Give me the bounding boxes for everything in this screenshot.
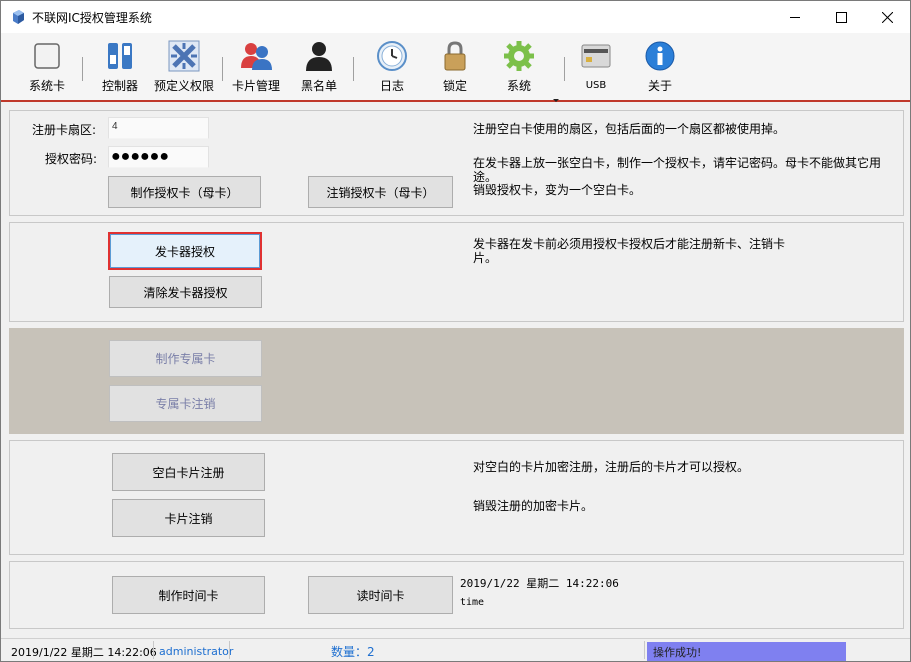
toolbar-separator: [564, 57, 565, 81]
users-icon: [239, 39, 273, 73]
toolbar-label: USB: [585, 80, 607, 91]
revoke-description: 销毁授权卡，变为一个空白卡。: [473, 183, 642, 197]
card-register-panel: 空白卡片注册 卡片注销 对空白的卡片加密注册，注册后的卡片才可以授权。 销毁注册…: [9, 440, 904, 555]
toolbar: 系统卡 控制器 预定义权限 卡片管理 黑名单 日志 锁定 系统 USB 关于: [1, 33, 910, 102]
toolbar-card-management[interactable]: 卡片管理: [231, 39, 281, 99]
toolbar-lock[interactable]: 锁定: [436, 39, 474, 99]
toolbar-separator: [222, 57, 223, 81]
authorize-issuer-button[interactable]: 发卡器授权: [108, 232, 262, 270]
system-card-panel: 注册卡扇区: 4 授权密码: ●●●●●● 制作授权卡（母卡） 注销授权卡（母卡…: [9, 110, 904, 216]
make-description: 在发卡器上放一张空白卡，制作一个授权卡，请牢记密码。母卡不能做其它用途。: [473, 156, 882, 184]
app-window: 不联网IC授权管理系统 系统卡 控制器 预定义权限 卡片管理 黑名单 日志 锁定…: [0, 0, 911, 662]
toolbar-separator: [353, 57, 354, 81]
revoke-master-card-button[interactable]: 注销授权卡（母卡）: [308, 176, 453, 208]
status-divider: [229, 641, 230, 659]
toolbar-usb[interactable]: USB: [577, 39, 615, 99]
toolbar-controller[interactable]: 控制器: [99, 39, 141, 99]
toolbar-system-card[interactable]: 系统卡: [27, 39, 67, 99]
make-master-card-button[interactable]: 制作授权卡（母卡）: [108, 176, 261, 208]
status-divider: [153, 641, 154, 659]
sector-description: 注册空白卡使用的扇区，包括后面的一个扇区都被使用掉。: [473, 122, 786, 136]
gear-icon: [502, 39, 536, 73]
time-value: 2019/1/22 星期二 14:22:06: [460, 577, 619, 590]
make-time-card-button[interactable]: 制作时间卡: [112, 576, 265, 614]
card-icon: [30, 39, 64, 73]
close-button[interactable]: [864, 1, 910, 33]
blacklist-icon: [302, 39, 336, 73]
maximize-button[interactable]: [818, 1, 864, 33]
usb-card-reader-icon: [579, 39, 613, 73]
toolbar-separator: [82, 57, 83, 81]
app-logo-icon: [10, 9, 26, 25]
revoke-exclusive-card-button[interactable]: 专属卡注销: [109, 385, 262, 422]
exclusive-card-panel: 制作专属卡 专属卡注销: [9, 328, 904, 434]
controller-icon: [103, 39, 137, 73]
toolbar-label: 系统卡: [28, 79, 65, 93]
minimize-icon: [789, 12, 801, 23]
minimize-button[interactable]: [772, 1, 818, 33]
clear-issuer-button[interactable]: 清除发卡器授权: [109, 276, 262, 308]
status-datetime: 2019/1/22 星期二 14:22:06: [11, 645, 157, 659]
revoke-card-description: 销毁注册的加密卡片。: [473, 499, 594, 513]
status-divider: [644, 641, 645, 659]
issuer-description: 发卡器在发卡前必须用授权卡授权后才能注册新卡、注销卡片。: [473, 237, 786, 265]
toolbar-predefined-permission[interactable]: 预定义权限: [153, 39, 215, 99]
read-time-card-button[interactable]: 读时间卡: [308, 576, 453, 614]
log-icon: [375, 39, 409, 73]
toolbar-label: 卡片管理: [231, 79, 280, 93]
permission-icon: [167, 39, 201, 73]
toolbar-label: 系统: [506, 79, 531, 93]
status-message: 操作成功!: [647, 642, 846, 661]
toolbar-blacklist[interactable]: 黑名单: [299, 39, 339, 99]
maximize-icon: [835, 11, 847, 23]
revoke-card-button[interactable]: 卡片注销: [112, 499, 265, 537]
make-exclusive-card-button[interactable]: 制作专属卡: [109, 340, 262, 377]
toolbar-label: 预定义权限: [153, 79, 214, 93]
password-input[interactable]: ●●●●●●: [108, 146, 209, 168]
toolbar-label: 黑名单: [300, 79, 337, 93]
toolbar-log[interactable]: 日志: [373, 39, 411, 99]
time-card-panel: 制作时间卡 读时间卡 2019/1/22 星期二 14:22:06 time: [9, 561, 904, 629]
password-label: 授权密码:: [45, 152, 98, 166]
close-icon: [881, 11, 893, 23]
status-user: administrator: [159, 645, 234, 658]
lock-icon: [438, 39, 472, 73]
toolbar-label: 控制器: [101, 79, 138, 93]
chevron-down-icon[interactable]: [553, 99, 559, 102]
toolbar-system[interactable]: 系统: [500, 39, 538, 99]
title-bar: 不联网IC授权管理系统: [1, 1, 910, 33]
register-description: 对空白的卡片加密注册，注册后的卡片才可以授权。: [473, 460, 750, 474]
register-blank-card-button[interactable]: 空白卡片注册: [112, 453, 265, 491]
info-icon: [643, 39, 677, 73]
toolbar-about[interactable]: 关于: [641, 39, 679, 99]
toolbar-label: 锁定: [442, 79, 467, 93]
status-bar: 2019/1/22 星期二 14:22:06 administrator 数量：…: [1, 638, 910, 661]
toolbar-label: 关于: [647, 79, 672, 93]
toolbar-label: 日志: [379, 79, 404, 93]
sector-input[interactable]: 4: [108, 117, 209, 139]
sector-label: 注册卡扇区:: [32, 123, 97, 137]
time-label: time: [460, 597, 485, 608]
window-title: 不联网IC授权管理系统: [32, 11, 152, 25]
issuer-panel: 发卡器授权 清除发卡器授权 发卡器在发卡前必须用授权卡授权后才能注册新卡、注销卡…: [9, 222, 904, 322]
status-count: 数量：2: [331, 645, 375, 659]
